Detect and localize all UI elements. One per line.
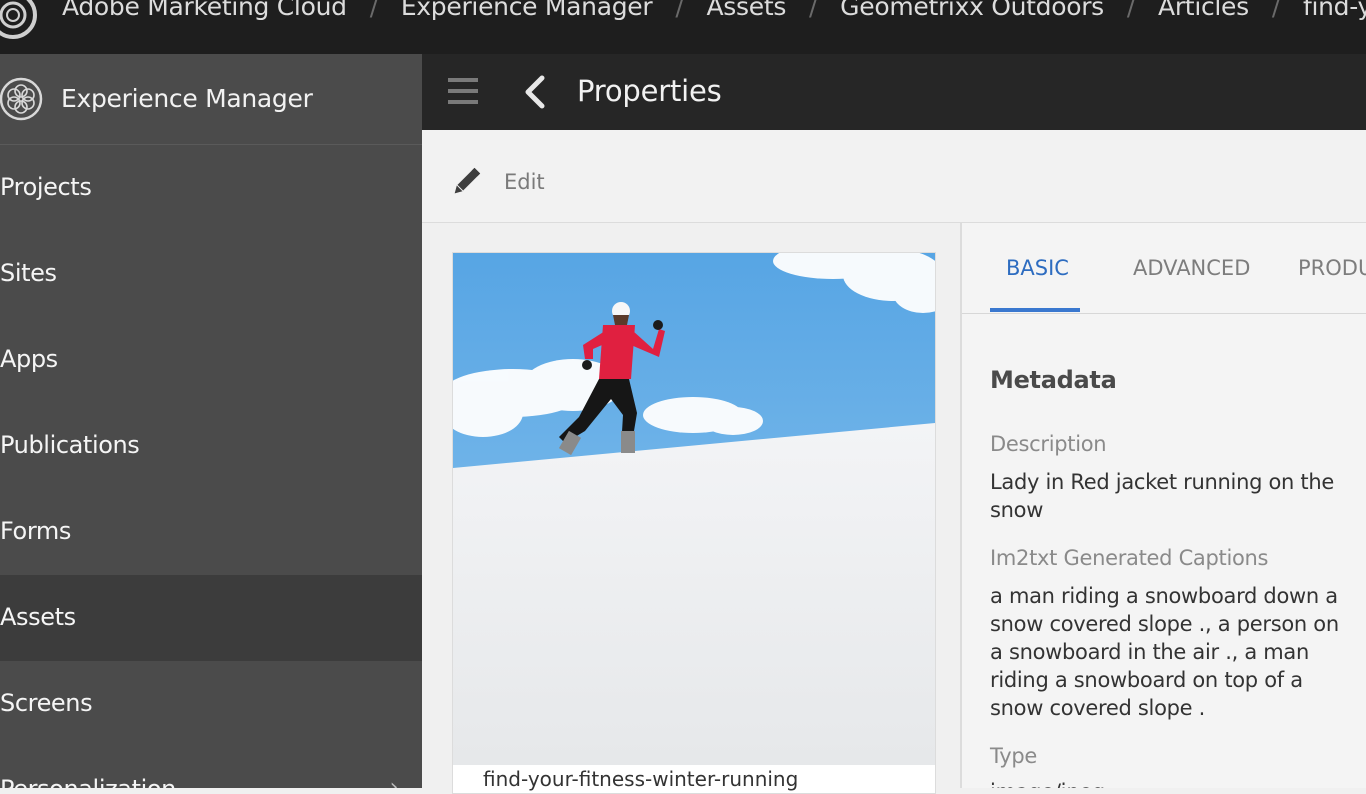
global-breadcrumb-bar: Adobe Marketing Cloud / Experience Manager… <box>0 0 1366 54</box>
chevron-right-icon: › <box>389 775 399 788</box>
breadcrumb-item-experience-manager[interactable]: Experience Manager <box>401 0 653 21</box>
breadcrumb-item-current[interactable]: find-your-fitness <box>1303 0 1366 21</box>
navigation-rail: Experience Manager Projects Sites Apps P… <box>0 54 422 788</box>
tab-bar: BASIC ADVANCED PRODUCT <box>962 223 1366 314</box>
nav-item-projects[interactable]: Projects <box>0 145 422 231</box>
experience-manager-logo-icon <box>0 77 43 121</box>
nav-item-label: Apps <box>0 345 58 373</box>
metadata-panel: BASIC ADVANCED PRODUCT Metadata Descript… <box>962 223 1366 788</box>
nav-item-forms[interactable]: Forms <box>0 489 422 575</box>
edit-button[interactable]: Edit <box>448 164 545 200</box>
breadcrumb-item-assets[interactable]: Assets <box>706 0 786 21</box>
nav-item-assets[interactable]: Assets <box>0 575 422 661</box>
breadcrumb-item-articles[interactable]: Articles <box>1158 0 1249 21</box>
nav-item-personalization[interactable]: Personalization › <box>0 747 422 788</box>
asset-card: find-your-fitness-winter-running <box>452 252 936 794</box>
tab-basic[interactable]: BASIC <box>1006 256 1069 280</box>
nav-item-label: Publications <box>0 431 140 459</box>
nav-item-apps[interactable]: Apps <box>0 317 422 403</box>
nav-item-label: Projects <box>0 173 92 201</box>
asset-thumbnail-image <box>453 253 935 765</box>
action-toolbar: Edit <box>422 130 1366 223</box>
field-value-captions: a man riding a snowboard down a snow cov… <box>990 584 1339 720</box>
adobe-cloud-logo-icon[interactable] <box>0 0 40 42</box>
nav-item-label: Forms <box>0 517 71 545</box>
nav-item-label: Sites <box>0 259 57 287</box>
section-heading: Metadata <box>990 366 1117 394</box>
active-tab-indicator <box>990 308 1080 312</box>
tab-advanced[interactable]: ADVANCED <box>1133 256 1250 280</box>
tab-product[interactable]: PRODUCT <box>1298 256 1366 280</box>
breadcrumb-separator: / <box>369 0 378 21</box>
field-value-description: Lady in Red jacket running on the snow <box>990 470 1334 522</box>
nav-item-label: Assets <box>0 603 76 631</box>
nav-item-publications[interactable]: Publications <box>0 403 422 489</box>
field-label-description: Description <box>990 432 1107 456</box>
breadcrumb-item-marketing-cloud[interactable]: Adobe Marketing Cloud <box>62 0 347 21</box>
hamburger-icon[interactable] <box>448 78 478 104</box>
properties-content: find-your-fitness-winter-running BASIC A… <box>422 223 1366 794</box>
asset-title: find-your-fitness-winter-running <box>483 767 799 791</box>
breadcrumb-separator: / <box>675 0 684 21</box>
nav-item-screens[interactable]: Screens <box>0 661 422 747</box>
nav-item-sites[interactable]: Sites <box>0 231 422 317</box>
rail-header[interactable]: Experience Manager <box>0 54 422 145</box>
page-title: Properties <box>577 74 722 108</box>
breadcrumb: Adobe Marketing Cloud / Experience Manager… <box>62 0 1366 21</box>
pencil-icon <box>454 167 481 194</box>
rail-title: Experience Manager <box>61 84 313 113</box>
field-label-captions: Im2txt Generated Captions <box>990 546 1269 570</box>
edit-label: Edit <box>504 170 545 194</box>
nav-item-label: Personalization <box>0 775 176 788</box>
breadcrumb-separator: / <box>1271 0 1280 21</box>
chevron-left-icon[interactable] <box>520 72 550 112</box>
breadcrumb-separator: / <box>809 0 818 21</box>
field-value-type: image/jpeg <box>990 778 1340 788</box>
nav-item-label: Screens <box>0 689 93 717</box>
field-label-type: Type <box>990 744 1038 768</box>
page-header: Properties <box>422 54 1366 130</box>
breadcrumb-item-geometrixx-outdoors[interactable]: Geometrixx Outdoors <box>840 0 1104 21</box>
breadcrumb-separator: / <box>1126 0 1136 21</box>
